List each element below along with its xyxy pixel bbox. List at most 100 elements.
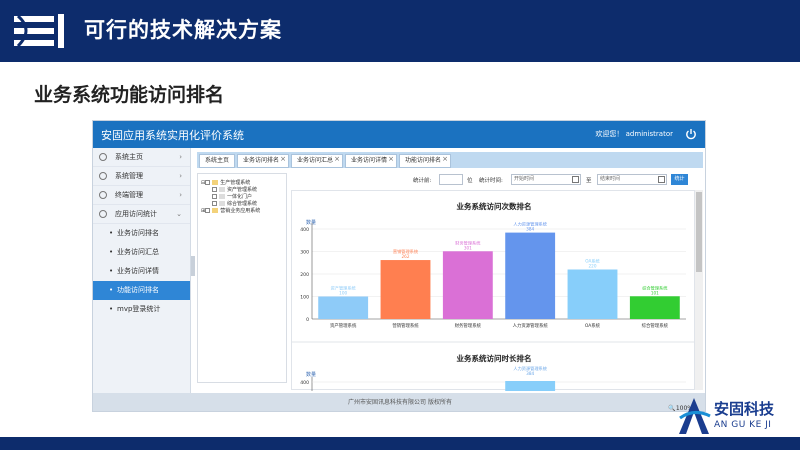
bar [567, 269, 618, 319]
tree-node[interactable]: 综合管理系统 [198, 201, 286, 208]
x-tick-label: 人力资源管理系统 [513, 322, 549, 329]
sidebar-collapse-handle[interactable] [191, 256, 195, 276]
calendar-icon[interactable] [572, 176, 579, 183]
chevron-right-icon: › [179, 172, 182, 180]
sidebar-sub-label: 业务访问排名 [117, 229, 159, 237]
y-tick-label: 200 [300, 272, 309, 278]
sidebar-item-label: 系统主页 [115, 153, 143, 161]
checkbox[interactable] [212, 194, 217, 199]
bar [505, 381, 556, 391]
stat-button[interactable]: 统计 [671, 174, 688, 185]
sidebar-item-system[interactable]: 系统管理 › [93, 167, 190, 186]
bullet-icon: • [109, 248, 114, 256]
bar [318, 296, 369, 319]
tab-business-summary[interactable]: 业务访问汇总 × [291, 154, 343, 168]
bullet-icon: • [109, 305, 114, 313]
close-icon[interactable]: × [388, 153, 394, 165]
brand-a-icon [679, 398, 711, 434]
terminal-icon [99, 191, 107, 199]
sidebar-sub-function-rank[interactable]: • 功能访问排名 [93, 281, 190, 300]
sidebar: 系统主页 › 系统管理 › 终端管理 › 应用访问统计 ⌄ • 业务访问排名 • 业… [93, 148, 191, 393]
count-label: 统计前: [413, 178, 432, 184]
page-icon [219, 194, 225, 199]
tree-node-label: 资产管理系统 [227, 187, 258, 193]
sidebar-item-home[interactable]: 系统主页 › [93, 148, 190, 167]
vertical-scrollbar[interactable] [695, 190, 703, 390]
sidebar-sub-detail[interactable]: • 业务访问详情 [93, 262, 190, 281]
scrollbar-thumb[interactable] [696, 192, 702, 272]
bar [505, 232, 556, 319]
end-time-placeholder: 结束时间 [600, 176, 621, 182]
settings-icon [99, 172, 107, 180]
y-tick-label: 0 [306, 317, 309, 323]
bar-value-label: 301 [464, 245, 472, 250]
folder-icon [212, 208, 219, 213]
tab-function-rank[interactable]: 功能访问排名 × [399, 154, 451, 168]
footer-text: 广州市安固讯息科技有限公司 版权所有 [348, 399, 452, 406]
sidebar-sub-summary[interactable]: • 业务访问汇总 [93, 243, 190, 262]
tree-node[interactable]: 一体化门户 [198, 194, 286, 201]
bar-value-label: 384 [526, 227, 534, 232]
tab-label: 系统主页 [205, 157, 230, 164]
page-icon [219, 187, 225, 192]
chevron-down-icon: ⌄ [176, 210, 182, 218]
tree-node-label: 综合管理系统 [227, 201, 258, 207]
welcome-text: 欢迎您！ administrator [595, 130, 673, 138]
checkbox[interactable] [212, 187, 217, 192]
close-icon[interactable]: × [280, 153, 286, 165]
home-icon [99, 153, 107, 161]
y-tick-label: 100 [300, 294, 309, 300]
close-icon[interactable]: × [334, 153, 340, 165]
checkbox[interactable] [205, 180, 211, 185]
app-footer: 广州市安固讯息科技有限公司 版权所有 🔍100% [93, 393, 705, 411]
end-time-input[interactable]: 结束时间 [597, 174, 667, 185]
y-tick-label: 400 [300, 227, 309, 233]
sidebar-sub-label: 业务访问汇总 [117, 248, 159, 256]
sidebar-item-stats[interactable]: 应用访问统计 ⌄ [93, 205, 190, 224]
bar [442, 251, 493, 319]
x-tick-label: 资产管理系统 [330, 322, 357, 329]
tree-node[interactable]: 资产管理系统 [198, 187, 286, 194]
start-time-input[interactable]: 开始时间 [511, 174, 581, 185]
tab-home[interactable]: 系统主页 [199, 154, 235, 168]
tab-bar: 系统主页 业务访问排名 × 业务访问汇总 × 业务访问详情 × 功能访问排名 × [197, 152, 703, 168]
sidebar-sub-mvp[interactable]: • mvp登录统计 [93, 300, 190, 319]
power-icon[interactable] [685, 128, 697, 140]
sidebar-sub-rank[interactable]: • 业务访问排名 [93, 224, 190, 243]
checkbox[interactable] [212, 201, 217, 206]
bottom-bar [0, 437, 800, 450]
tree-node[interactable]: ⊞ 营销业务应用系统 [198, 208, 286, 215]
tree-node[interactable]: ⊟ 生产管理系统 [198, 180, 286, 187]
bullet-icon: • [109, 229, 114, 237]
title-banner: 可行的技术解决方案 [0, 0, 800, 62]
bar-value-label: 220 [589, 264, 597, 269]
tab-business-rank[interactable]: 业务访问排名 × [237, 154, 289, 168]
bar [380, 260, 431, 319]
count-input[interactable] [439, 174, 463, 185]
stats-icon [99, 210, 107, 218]
sidebar-item-terminal[interactable]: 终端管理 › [93, 186, 190, 205]
checkbox[interactable] [205, 208, 211, 213]
chart-panel: 业务系统访问次数排名 数量 0 100 200 300 400 资产管理系统 100 资产管理系统… [291, 190, 696, 391]
chart-title: 业务系统访问时长排名 [457, 353, 532, 363]
sidebar-sub-label: 功能访问排名 [117, 286, 159, 294]
bar [629, 296, 680, 319]
y-axis-label: 数量 [306, 219, 316, 226]
tab-label: 业务访问排名 [243, 157, 280, 164]
brand-name-cn: 安固科技 [714, 400, 775, 418]
time-label: 统计时间: [479, 178, 503, 184]
slide-subtitle: 业务系统功能访问排名 [34, 84, 225, 106]
folder-icon [212, 180, 219, 185]
calendar-icon[interactable] [658, 176, 665, 183]
close-icon[interactable]: × [442, 153, 448, 165]
chart-title: 业务系统访问次数排名 [457, 201, 532, 211]
tab-label: 功能访问排名 [405, 157, 442, 164]
tab-business-detail[interactable]: 业务访问详情 × [345, 154, 397, 168]
x-tick-label: 综合管理系统 [642, 322, 669, 329]
to-label: 至 [586, 178, 592, 184]
brand-name-en: AN GU KE JI [714, 420, 772, 430]
sidebar-item-label: 系统管理 [115, 172, 143, 180]
bar-value-label: 262 [402, 254, 410, 259]
tree-node-label: 一体化门户 [227, 194, 253, 200]
brand-logo: 安固科技 AN GU KE JI [676, 396, 796, 438]
